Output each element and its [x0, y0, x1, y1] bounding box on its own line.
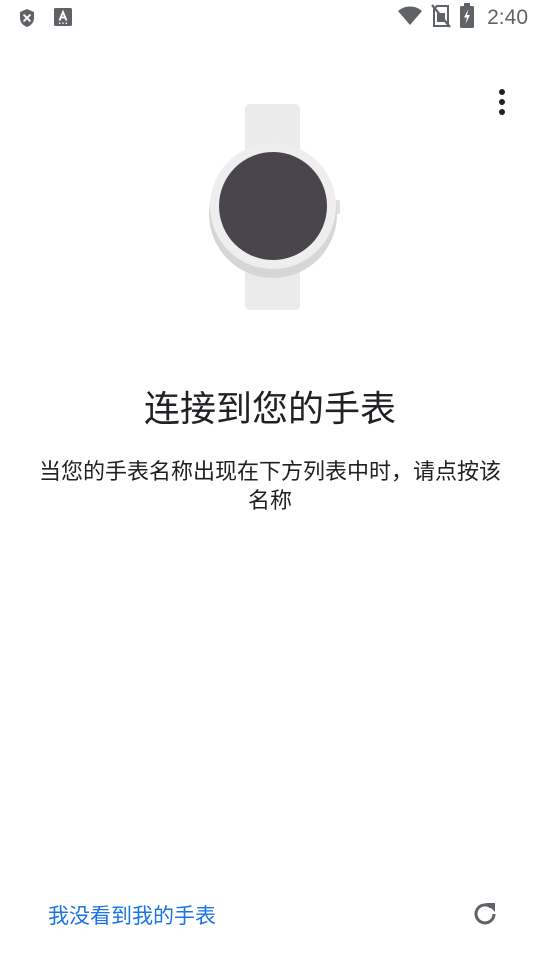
keyboard-a-icon: [54, 8, 74, 28]
no-sim-icon: [431, 4, 451, 32]
wifi-icon: [397, 5, 423, 31]
more-vert-icon: [498, 88, 506, 120]
app-screen: 2:40 连接到您的手表 当您的手表名称出现在下方列表中时，请点按该名称 我没看…: [0, 0, 540, 960]
status-bar-right: 2:40: [397, 0, 528, 36]
smartwatch-icon: [205, 100, 345, 314]
shield-x-icon: [17, 8, 37, 28]
more-options-button[interactable]: [486, 88, 518, 120]
page-title: 连接到您的手表: [143, 389, 396, 430]
battery-charging-icon: [459, 3, 475, 33]
refresh-icon: [470, 899, 500, 933]
status-bar: 2:40: [0, 0, 540, 36]
status-time: 2:40: [487, 6, 528, 29]
watch-not-found-link[interactable]: 我没看到我的手表: [48, 900, 216, 932]
refresh-button[interactable]: [468, 899, 502, 933]
instruction-text: 当您的手表名称出现在下方列表中时，请点按该名称: [38, 460, 501, 514]
